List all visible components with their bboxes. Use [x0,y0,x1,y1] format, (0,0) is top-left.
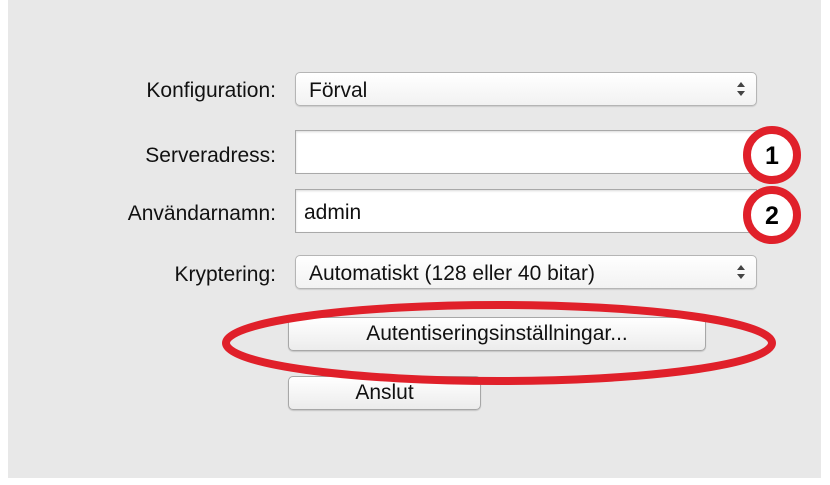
annotation-marker-2: 2 [743,186,801,244]
config-label: Konfiguration: [146,79,276,102]
encryption-label: Kryptering: [174,263,276,286]
config-value: Förval [309,79,368,102]
up-down-arrows-icon [737,265,745,279]
server-address-field[interactable] [295,130,757,174]
username-value: admin [304,201,362,224]
username-label: Användarnamn: [127,202,276,225]
username-field[interactable]: admin [295,189,757,233]
annotation-marker-1: 1 [743,126,801,184]
config-popup[interactable]: Förval [295,72,757,106]
server-label: Serveradress: [145,144,276,167]
vpn-settings-panel: Konfiguration: Förval Serveradress: Anvä… [8,0,821,478]
encryption-value: Automatiskt (128 eller 40 bitar) [309,262,595,285]
highlight-ellipse [222,301,776,385]
encryption-popup[interactable]: Automatiskt (128 eller 40 bitar) [295,255,757,289]
up-down-arrows-icon [737,82,745,96]
